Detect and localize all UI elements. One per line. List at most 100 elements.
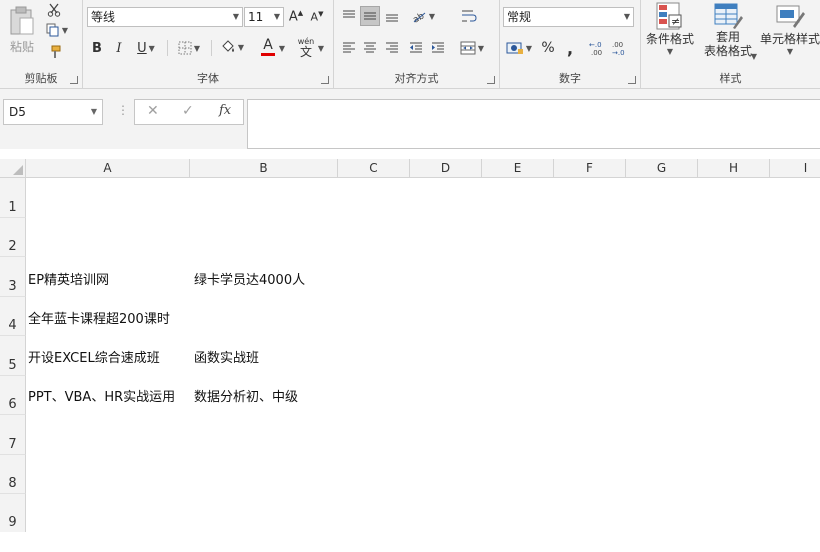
font-color-dropdown[interactable]: ▼ <box>276 38 286 58</box>
select-all-icon <box>13 165 23 175</box>
svg-text:.00: .00 <box>612 41 623 49</box>
chevron-down-icon: ▼ <box>193 43 201 53</box>
text-orientation-icon: ab <box>411 11 426 23</box>
decrease-decimal-button[interactable]: .00 →.0 <box>611 38 633 58</box>
cell-b3[interactable]: 绿卡学员达4000人 <box>194 269 305 288</box>
row-header-4[interactable]: 4 <box>0 297 26 336</box>
scissors-icon <box>47 3 61 17</box>
increase-decimal-button[interactable]: ←.0 .00 <box>588 38 610 58</box>
percent-button[interactable]: % <box>540 38 556 58</box>
increase-decimal-icon: ←.0 .00 <box>589 41 602 56</box>
alignment-group-label: 对齐方式 <box>394 72 439 85</box>
column-header-a[interactable]: A <box>26 159 190 178</box>
cut-button[interactable] <box>46 2 62 18</box>
grow-font-button[interactable]: A▲ <box>288 7 304 27</box>
align-top-button[interactable] <box>339 6 359 26</box>
font-group: 等线 ▼ 11 ▼ A▲ A▼ B I U ▼ ▼ ▼ A ▼ wén 文 ▼ … <box>83 0 334 88</box>
chevron-down-icon: ▼ <box>61 25 69 35</box>
comma-style-button[interactable]: , <box>562 38 578 58</box>
format-as-table-icon <box>714 3 743 29</box>
insert-function-button[interactable]: fx <box>219 103 231 118</box>
copy-button[interactable]: ▼ <box>44 22 70 38</box>
number-format-combo[interactable]: 常规 ▼ <box>503 7 634 27</box>
cell-a4[interactable]: 全年蓝卡课程超200课时 <box>28 308 170 327</box>
wrap-text-button[interactable] <box>458 6 480 26</box>
chevron-down-icon[interactable]: ▼ <box>91 100 97 124</box>
font-name-combo[interactable]: 等线 ▼ <box>87 7 243 27</box>
cell-a6[interactable]: PPT、VBA、HR实战运用 <box>28 386 175 405</box>
cancel-button[interactable]: ✕ <box>147 103 159 119</box>
row-header-3[interactable]: 3 <box>0 257 26 297</box>
number-group-label: 数字 <box>559 72 581 85</box>
copy-icon <box>46 23 59 37</box>
font-launcher[interactable] <box>321 76 329 84</box>
cell-a5[interactable]: 开设EXCEL综合速成班 <box>28 347 160 366</box>
column-header-c[interactable]: C <box>338 159 410 178</box>
row-header-7[interactable]: 7 <box>0 415 26 455</box>
conditional-formatting-button[interactable]: ≠ 条件格式 ▼ <box>643 2 697 64</box>
chevron-down-icon[interactable]: ▼ <box>233 8 239 26</box>
row-header-9[interactable]: 9 <box>0 494 26 532</box>
column-header-i[interactable]: I <box>770 159 820 178</box>
italic-button[interactable]: I <box>111 38 127 58</box>
svg-text:←.0: ←.0 <box>589 41 602 49</box>
underline-label: U <box>137 40 147 56</box>
chevron-down-icon[interactable]: ▼ <box>274 8 280 26</box>
row-header-5[interactable]: 5 <box>0 336 26 376</box>
font-size-combo[interactable]: 11 ▼ <box>244 7 284 27</box>
chevron-down-icon: ▼ <box>750 51 758 61</box>
chevron-down-icon: ▼ <box>428 11 436 21</box>
svg-text:≠: ≠ <box>671 15 680 28</box>
row-header-1[interactable]: 1 <box>0 178 26 218</box>
bold-button[interactable]: B <box>89 38 105 58</box>
font-color-swatch <box>261 53 275 56</box>
cell-b6[interactable]: 数据分析初、中级 <box>194 386 298 405</box>
column-header-f[interactable]: F <box>554 159 626 178</box>
merge-center-button[interactable]: ▼ <box>456 38 488 58</box>
align-top-icon <box>343 10 355 18</box>
underline-button[interactable]: U ▼ <box>133 38 159 58</box>
format-as-table-dropdown[interactable]: ▼ <box>749 50 759 62</box>
align-right-button[interactable] <box>382 38 402 58</box>
number-launcher[interactable] <box>628 76 636 84</box>
row-header-6[interactable]: 6 <box>0 376 26 415</box>
clipboard-launcher[interactable] <box>70 76 78 84</box>
enter-button[interactable]: ✓ <box>182 103 194 119</box>
cell-a3[interactable]: EP精英培训网 <box>28 269 109 288</box>
row-header-2[interactable]: 2 <box>0 218 26 257</box>
accounting-format-button[interactable]: ▼ <box>503 38 535 58</box>
increase-indent-button[interactable] <box>428 38 448 58</box>
column-header-e[interactable]: E <box>482 159 554 178</box>
cell-styles-button[interactable]: 单元格样式 ▼ <box>759 2 820 64</box>
column-header-g[interactable]: G <box>626 159 698 178</box>
borders-button[interactable]: ▼ <box>175 38 203 58</box>
conditional-formatting-icon: ≠ <box>656 2 682 30</box>
alignment-launcher[interactable] <box>487 76 495 84</box>
phonetic-dropdown[interactable]: ▼ <box>315 38 325 58</box>
chevron-down-icon: ▼ <box>237 42 245 52</box>
decrease-indent-button[interactable] <box>406 38 426 58</box>
name-box[interactable]: D5 ▼ <box>3 99 103 125</box>
column-header-d[interactable]: D <box>410 159 482 178</box>
paste-button[interactable]: 粘贴 <box>4 2 40 58</box>
orientation-button[interactable]: ab ▼ <box>408 6 438 26</box>
cell-b5[interactable]: 函数实战班 <box>194 347 259 366</box>
fill-color-button[interactable]: ▼ <box>217 36 247 58</box>
align-middle-button[interactable] <box>360 6 380 26</box>
paste-label: 粘贴 <box>9 39 34 54</box>
column-header-b[interactable]: B <box>190 159 338 178</box>
separator <box>167 40 168 56</box>
align-bottom-button[interactable] <box>382 6 402 26</box>
shrink-font-button[interactable]: A▼ <box>309 7 325 27</box>
separator <box>211 40 212 56</box>
format-as-table-label-line2: 表格格式 <box>703 44 752 58</box>
format-painter-button[interactable] <box>46 44 62 60</box>
formula-input[interactable] <box>247 99 820 149</box>
align-left-button[interactable] <box>339 38 359 58</box>
conditional-formatting-label: 条件格式 <box>645 32 694 46</box>
column-header-h[interactable]: H <box>698 159 770 178</box>
select-all-corner[interactable] <box>0 159 26 178</box>
chevron-down-icon[interactable]: ▼ <box>624 8 630 26</box>
align-center-button[interactable] <box>360 38 380 58</box>
row-header-8[interactable]: 8 <box>0 455 26 494</box>
